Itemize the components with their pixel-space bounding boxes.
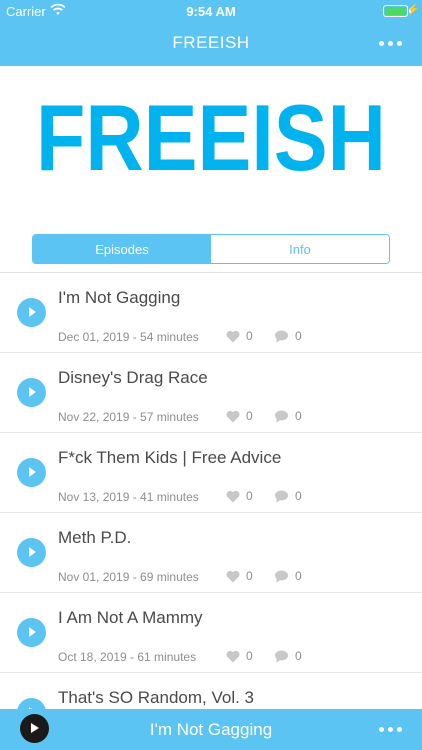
nav-bar: FREEISH [0, 22, 422, 66]
comments[interactable]: 0 [274, 409, 302, 423]
episode-title: I'm Not Gagging [58, 288, 181, 307]
comments[interactable]: 0 [274, 329, 302, 343]
heart-icon [226, 570, 240, 582]
play-icon[interactable] [17, 378, 46, 407]
comments[interactable]: 0 [274, 649, 302, 663]
episode-title: I Am Not A Mammy [58, 608, 203, 627]
mini-player[interactable]: I'm Not Gagging [0, 709, 422, 750]
page-title: FREEISH [172, 33, 250, 52]
status-time: 9:54 AM [186, 4, 236, 19]
heart-icon [226, 410, 240, 422]
likes[interactable]: 0 [226, 649, 253, 663]
now-playing-title: I'm Not Gagging [149, 720, 273, 739]
tab-episodes[interactable]: Episodes [33, 235, 211, 263]
play-icon[interactable] [17, 458, 46, 487]
player-more-icon[interactable] [379, 727, 402, 732]
comment-icon [275, 650, 288, 662]
tab-info[interactable]: Info [211, 235, 389, 263]
episode-list: I'm Not Gagging Dec 01, 2019 - 54 minute… [0, 273, 422, 750]
likes-count: 0 [246, 329, 253, 343]
segmented-control: Episodes Info [32, 234, 390, 264]
episode-title: That's SO Random, Vol. 3 [58, 688, 255, 707]
heart-icon [226, 490, 240, 502]
episode-meta: Nov 13, 2019 - 41 minutes [58, 490, 199, 504]
comments-count: 0 [295, 569, 302, 583]
episode-row[interactable]: F*ck Them Kids | Free Advice Nov 13, 201… [0, 433, 422, 513]
episode-meta: Nov 01, 2019 - 69 minutes [58, 570, 199, 584]
likes[interactable]: 0 [226, 329, 253, 343]
charging-icon: ⚡ [406, 4, 420, 16]
likes-count: 0 [246, 649, 253, 663]
likes-count: 0 [246, 569, 253, 583]
freeish-logo: FREEISH [36, 100, 386, 174]
podcast-artwork: FREEISH [0, 66, 422, 222]
heart-icon [226, 330, 240, 342]
episode-title: F*ck Them Kids | Free Advice [58, 448, 282, 467]
play-icon[interactable] [17, 618, 46, 647]
status-bar: Carrier 9:54 AM ⚡ [0, 0, 422, 22]
likes[interactable]: 0 [226, 409, 253, 423]
episode-title: Meth P.D. [58, 528, 132, 547]
heart-icon [226, 650, 240, 662]
comments-count: 0 [295, 649, 302, 663]
comment-icon [275, 490, 288, 502]
episode-row[interactable]: Disney's Drag Race Nov 22, 2019 - 57 min… [0, 353, 422, 433]
episode-meta: Dec 01, 2019 - 54 minutes [58, 330, 199, 344]
likes-count: 0 [246, 489, 253, 503]
play-icon[interactable] [17, 298, 46, 327]
comments-count: 0 [295, 489, 302, 503]
comments-count: 0 [295, 329, 302, 343]
episode-meta: Oct 18, 2019 - 61 minutes [58, 650, 197, 664]
episode-row[interactable]: I'm Not Gagging Dec 01, 2019 - 54 minute… [0, 273, 422, 353]
logo-text: FREEISH [36, 100, 386, 174]
episode-row[interactable]: Meth P.D. Nov 01, 2019 - 69 minutes 0 0 [0, 513, 422, 593]
comment-icon [275, 570, 288, 582]
comment-icon [275, 330, 288, 342]
episode-meta: Nov 22, 2019 - 57 minutes [58, 410, 199, 424]
comments[interactable]: 0 [274, 489, 302, 503]
comment-icon [275, 410, 288, 422]
likes[interactable]: 0 [226, 489, 253, 503]
comments-count: 0 [295, 409, 302, 423]
episode-row[interactable]: I Am Not A Mammy Oct 18, 2019 - 61 minut… [0, 593, 422, 673]
episode-title: Disney's Drag Race [58, 368, 208, 387]
battery-icon [383, 5, 408, 17]
likes[interactable]: 0 [226, 569, 253, 583]
more-options-icon[interactable] [379, 41, 402, 46]
comments[interactable]: 0 [274, 569, 302, 583]
play-icon[interactable] [17, 538, 46, 567]
likes-count: 0 [246, 409, 253, 423]
